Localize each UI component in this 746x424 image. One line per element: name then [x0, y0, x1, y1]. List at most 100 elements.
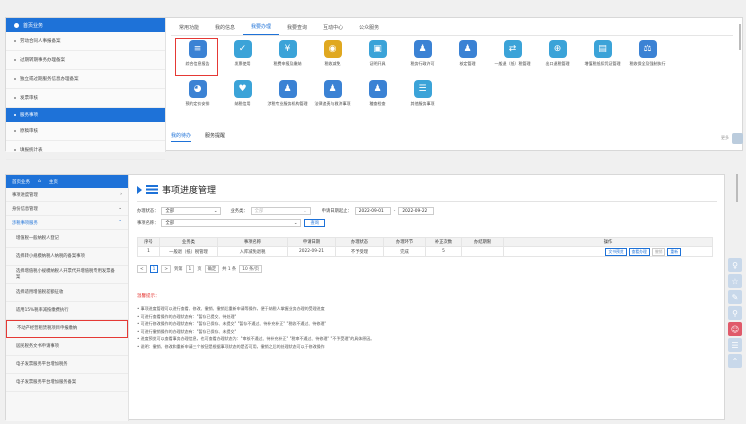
service-icon: ♟: [278, 80, 297, 98]
service-item[interactable]: ⇄ 一般退（抵）税管理: [490, 40, 535, 80]
service-item[interactable]: ♥ 纳税信用: [220, 80, 265, 120]
page-number[interactable]: 1: [149, 265, 159, 273]
float-tool-icon[interactable]: [732, 133, 743, 144]
service-item[interactable]: ≡ 综合信息报告: [175, 38, 220, 80]
service-icon: ♟: [458, 40, 477, 58]
sidebar-sub-item[interactable]: 电子发票服务平台增加服务备案: [6, 374, 128, 392]
col-name: 事项名称: [217, 237, 288, 247]
chevron-up-icon: ⌃: [118, 220, 122, 225]
service-label: 预约定价安排: [185, 101, 210, 106]
date-from-input[interactable]: 2022-09-01: [354, 207, 391, 215]
preview-document-button[interactable]: 文书预览: [605, 247, 627, 256]
tab-my-info[interactable]: 我的信息: [207, 24, 243, 35]
divider: [137, 201, 717, 202]
tips-title: 温馨提示：: [137, 294, 160, 299]
sidebar-sub-item[interactable]: 不动产经营租赁税项目申报缴纳: [6, 320, 128, 338]
cell-operations: 文书预览 查看办理 撤销 重新: [503, 246, 713, 257]
sidebar-item[interactable]: 独立或过期服务信息办理备案: [6, 70, 165, 89]
service-item[interactable]: ♟ 法律追责与救济事项: [310, 80, 355, 120]
progress-table: 序号 业务类 事项名称 申请日期 办理状态 办理环节 补正次数 办结期限 操作 …: [137, 237, 713, 257]
sidebar-item-active[interactable]: 涉税事项服务 ⌃: [6, 216, 128, 230]
sidebar-section-header[interactable]: 服务事项: [6, 108, 165, 122]
type-label: 业务类：: [230, 209, 248, 214]
edit-icon[interactable]: ✎: [728, 290, 742, 304]
view-handling-button[interactable]: 查看办理: [628, 247, 650, 256]
scrollbar[interactable]: [736, 174, 738, 202]
sidebar-sub-item[interactable]: 居民税务文书申请事项: [6, 338, 128, 356]
status-select[interactable]: 全部 ⌄: [161, 207, 222, 215]
home-link[interactable]: 主页: [49, 179, 58, 185]
sidebar-sub-item[interactable]: 适用15%税率减按缴费执行: [6, 302, 128, 320]
sidebar-sub-item[interactable]: 增值税一般纳税人登记: [6, 230, 128, 248]
name-select[interactable]: 全部 ⌄: [161, 219, 302, 227]
service-label: 增值税抵扣凭证管理: [584, 61, 621, 66]
tip-line: • 进度预览可以查看事务办理信息，也可查看办理状态为："审核不通过、待补充补正"…: [137, 336, 375, 341]
type-select[interactable]: 全部 ⌄: [250, 207, 311, 215]
sidebar-sub-item[interactable]: 电子发票服务平台增加税务: [6, 356, 128, 374]
star-icon[interactable]: ☆: [728, 274, 742, 288]
service-item[interactable]: ⚖ 税收保全及强制执行: [625, 40, 670, 80]
tab-service-reminder[interactable]: 服务提醒: [205, 132, 225, 142]
service-item[interactable]: ♟ 税务行政许可: [400, 40, 445, 80]
date-from-value: 2022-09-01: [358, 208, 384, 214]
top-sidebar: 首页业务 劳动合同人事报备案 过期转期事务办理备案 独立或过期服务信息办理备案 …: [6, 18, 166, 160]
service-label: 税收减免: [324, 61, 341, 66]
sidebar-item[interactable]: 劳动合同人事报备案: [6, 32, 165, 51]
back-to-top-icon[interactable]: ⌃: [728, 354, 742, 368]
revoke-button[interactable]: 撤销: [651, 247, 666, 256]
sidebar-item[interactable]: 事项进度管理 ›: [6, 188, 128, 202]
service-item[interactable]: ▤ 增值税抵扣凭证管理: [580, 40, 625, 80]
query-button[interactable]: 查询: [304, 219, 326, 227]
more-link[interactable]: 更多: [721, 135, 729, 141]
top-screenshot-panel: 首页业务 劳动合同人事报备案 过期转期事务办理备案 独立或过期服务信息办理备案 …: [5, 17, 743, 160]
sidebar-sub-item[interactable]: 选择适用增值税差额征收: [6, 284, 128, 302]
service-item[interactable]: ♟ 稽查检查: [355, 80, 400, 120]
tab-interaction[interactable]: 互动中心: [315, 24, 351, 35]
sidebar-header[interactable]: 首页业务 ⌂ 主页: [6, 175, 128, 188]
highlight-frame: [175, 38, 218, 76]
next-page-button[interactable]: >: [161, 265, 171, 273]
sidebar-sub-item[interactable]: 选择转小规模纳税人纳税的备案事项: [6, 248, 128, 266]
tip-line: • 可进行修改操作的办理状态有："暂存已保存、未提交" "暂存不通过、待补充补正…: [137, 321, 327, 326]
tab-query[interactable]: 我要查询: [279, 24, 315, 35]
service-icon: ♟: [413, 40, 432, 58]
tab-my-todo[interactable]: 我的待办: [171, 132, 192, 142]
sidebar-header[interactable]: 首页业务: [6, 18, 165, 32]
tab-public[interactable]: 公众服务: [351, 24, 387, 35]
sidebar-item[interactable]: 过期转期事务办理备案: [6, 51, 165, 70]
service-item[interactable]: ✓ 发票使用: [220, 40, 265, 80]
goto-label: 到第: [173, 267, 183, 272]
per-page-select[interactable]: 10 条/页: [239, 265, 263, 273]
sidebar-item[interactable]: 发票审核: [6, 89, 165, 108]
service-item[interactable]: ¥ 税费申报及缴纳: [265, 40, 310, 80]
prev-page-button[interactable]: <: [137, 265, 147, 273]
tab-common[interactable]: 常用功能: [171, 24, 207, 35]
service-item[interactable]: ☰ 其他服务事项: [400, 80, 445, 120]
service-item[interactable]: ♟ 涉税专业服务机构管理: [265, 80, 310, 120]
list-icon[interactable]: ☰: [728, 338, 742, 352]
sidebar-item[interactable]: 原稿审核: [6, 122, 165, 141]
service-item[interactable]: ◉ 税收减免: [310, 40, 355, 80]
filter-row-2: 事项名称： 全部 ⌄ 查询: [137, 219, 326, 227]
robot-icon[interactable]: ☺: [728, 322, 742, 336]
service-item[interactable]: ▣ 证明开具: [355, 40, 400, 80]
page-input[interactable]: 1: [185, 265, 195, 273]
service-item[interactable]: ⊕ 出口退税管理: [535, 40, 580, 80]
tool-icon[interactable]: ♀: [728, 258, 742, 272]
tab-handle[interactable]: 我要办理: [243, 23, 280, 35]
service-item[interactable]: ♟ 核定管理: [445, 40, 490, 80]
service-item[interactable]: ◕ 预约定价安排: [175, 80, 220, 120]
date-to-input[interactable]: 2022-09-22: [398, 207, 435, 215]
sidebar-item[interactable]: 身份信息管理 ⌄: [6, 202, 128, 216]
sidebar-sub-item[interactable]: 选择增值税小规模纳税人开票代开增值税专用发票备案: [6, 266, 128, 284]
sidebar-item[interactable]: 填报统计表: [6, 141, 165, 160]
page-title-text: 事项进度管理: [162, 186, 217, 196]
scrollbar[interactable]: [739, 24, 741, 50]
icon-row: ≡ 综合信息报告 ✓ 发票使用 ¥ 税费申报及缴纳 ◉ 税收减免 ▣ 证明开具 ♟ 税务行政许可 ♟ 核定…: [175, 38, 735, 80]
chevron-down-icon: ⌄: [213, 208, 218, 214]
type-placeholder: 全部: [254, 209, 264, 214]
date-to-value: 2022-09-22: [402, 208, 428, 214]
reapply-button[interactable]: 重新: [667, 247, 681, 256]
confirm-page-button[interactable]: 确定: [204, 265, 220, 273]
link-icon[interactable]: ⚲: [728, 306, 742, 320]
